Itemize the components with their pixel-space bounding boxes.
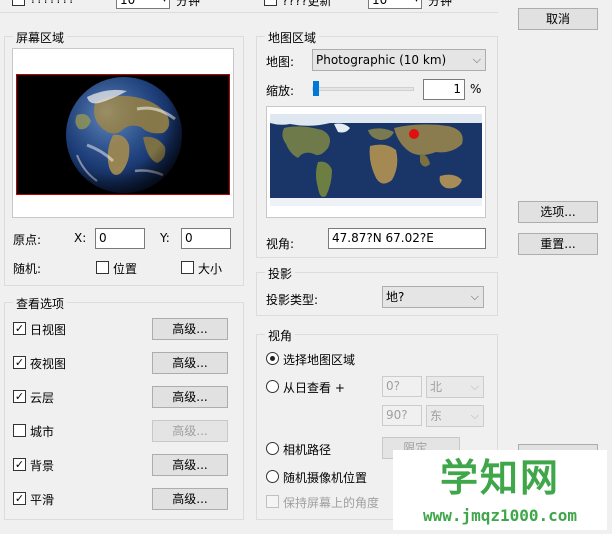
projection-type-label: 投影类型:: [266, 293, 319, 307]
origin-x-label: X:: [74, 231, 87, 245]
screen-area-title: 屏幕区域: [13, 29, 68, 46]
cancel-button[interactable]: 取消: [518, 8, 598, 30]
chevron-down-icon: ⌵: [470, 380, 479, 393]
map-label: 地图:: [266, 55, 295, 69]
view-input[interactable]: 47.87?N 67.02?E: [328, 228, 486, 249]
background-label: 背景: [30, 459, 55, 473]
chevron-down-icon: ⌵: [470, 290, 479, 303]
view-from-sun-label: 从日查看 +: [283, 381, 345, 395]
background-advanced-button[interactable]: 高级...: [152, 454, 228, 476]
options-button[interactable]: 选项...: [518, 201, 598, 223]
smooth-label: 平滑: [30, 493, 55, 507]
clouds-advanced-button[interactable]: 高级...: [152, 386, 228, 408]
sun-longitude-input[interactable]: 90?: [382, 405, 422, 426]
chevron-down-icon: ⌵: [470, 409, 479, 422]
random-position-checkbox[interactable]: [96, 261, 109, 274]
day-view-advanced-button[interactable]: 高级...: [152, 318, 228, 340]
top-right-option-label: ????更新: [282, 0, 332, 8]
projection-title: 投影: [265, 265, 296, 282]
viewpoint-title: 视角: [265, 327, 296, 344]
screen-preview[interactable]: [16, 74, 230, 195]
keep-screen-angle-checkbox[interactable]: [266, 495, 279, 508]
top-right-spin-input[interactable]: 10 ▾: [368, 0, 422, 9]
random-size-checkbox[interactable]: [181, 261, 194, 274]
cities-advanced-button[interactable]: 高级...: [152, 420, 228, 442]
map-preview[interactable]: [270, 114, 482, 206]
sun-latitude-input[interactable]: 0?: [382, 376, 422, 397]
watermark-title: 学知网: [439, 456, 560, 500]
random-position-label: 位置: [113, 262, 138, 276]
cities-label: 城市: [30, 425, 55, 439]
spin-arrow-icon[interactable]: ▾: [414, 0, 419, 8]
map-select[interactable]: Photographic (10 km) ⌵: [312, 49, 486, 71]
origin-x-input[interactable]: 0: [95, 228, 145, 249]
top-left-unit: 分钟: [176, 0, 201, 8]
background-checkbox[interactable]: ✓: [13, 458, 26, 471]
smooth-advanced-button[interactable]: 高级...: [152, 488, 228, 510]
world-map-image: [270, 114, 482, 206]
sun-latitude-direction-select[interactable]: 北 ⌵: [426, 376, 484, 398]
view-position-marker: [409, 129, 419, 139]
zoom-unit: %: [470, 82, 482, 96]
select-map-area-label: 选择地图区域: [283, 353, 356, 367]
top-left-option-label: ???????: [30, 0, 75, 6]
top-group-bottom-edge: [0, 12, 498, 13]
zoom-label: 缩放:: [266, 84, 295, 98]
random-size-label: 大小: [198, 262, 223, 276]
smooth-checkbox[interactable]: ✓: [13, 492, 26, 505]
top-left-spin-input[interactable]: 10 ▾: [116, 0, 170, 9]
zoom-slider-thumb[interactable]: [313, 81, 319, 96]
watermark-url: www.jmqz1000.com: [422, 506, 578, 525]
camera-path-radio[interactable]: [266, 442, 279, 455]
top-right-unit: 分钟: [428, 0, 453, 8]
cities-checkbox[interactable]: [13, 424, 26, 437]
random-camera-label: 随机摄像机位置: [283, 471, 368, 485]
view-from-sun-radio[interactable]: [266, 380, 279, 393]
clouds-checkbox[interactable]: ✓: [13, 390, 26, 403]
map-area-title: 地图区域: [265, 29, 320, 46]
origin-y-label: Y:: [160, 231, 170, 245]
sun-longitude-direction-select[interactable]: 东 ⌵: [426, 405, 484, 427]
keep-screen-angle-label: 保持屏幕上的角度: [283, 496, 380, 510]
day-view-checkbox[interactable]: ✓: [13, 322, 26, 335]
night-view-advanced-button[interactable]: 高级...: [152, 352, 228, 374]
top-right-checkbox[interactable]: [264, 0, 277, 6]
day-view-label: 日视图: [30, 323, 67, 337]
select-map-area-radio[interactable]: [266, 352, 279, 365]
view-options-title: 查看选项: [13, 295, 68, 312]
origin-label: 原点:: [13, 233, 42, 247]
watermark-box: 学知网 www.jmqz1000.com: [393, 450, 607, 530]
projection-type-select[interactable]: 地? ⌵: [382, 286, 484, 308]
zoom-slider-track[interactable]: [312, 87, 414, 91]
clouds-label: 云层: [30, 391, 55, 405]
random-label: 随机:: [13, 262, 42, 276]
reset-button[interactable]: 重置...: [518, 233, 598, 255]
spin-arrow-icon[interactable]: ▾: [162, 0, 167, 8]
chevron-down-icon: ⌵: [472, 53, 481, 66]
camera-path-label: 相机路径: [283, 443, 332, 457]
night-view-checkbox[interactable]: ✓: [13, 356, 26, 369]
random-camera-radio[interactable]: [266, 470, 279, 483]
top-left-checkbox[interactable]: [12, 0, 25, 6]
earth-globe-image: [66, 77, 182, 193]
view-label: 视角:: [266, 237, 295, 251]
night-view-label: 夜视图: [30, 357, 67, 371]
origin-y-input[interactable]: 0: [181, 228, 231, 249]
zoom-input[interactable]: 1: [423, 79, 465, 100]
